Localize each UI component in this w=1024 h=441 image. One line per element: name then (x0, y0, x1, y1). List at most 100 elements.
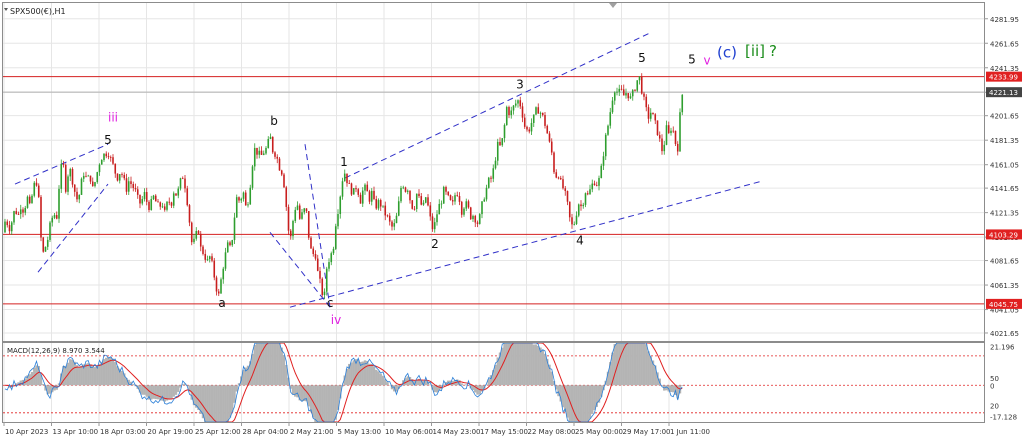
candle-body (476, 222, 479, 224)
candle-body (98, 164, 101, 173)
candle-body (604, 134, 607, 157)
candle-body (136, 189, 139, 195)
candle-body (532, 114, 535, 123)
candle-body (548, 133, 551, 142)
candle-body (530, 122, 533, 132)
macd-hist-bar (87, 363, 90, 386)
candle-body (445, 187, 447, 192)
wave-label: (c) (717, 43, 737, 61)
candle-body (271, 136, 274, 153)
candle-body (454, 195, 456, 202)
candle-body (368, 191, 371, 202)
candle-body (150, 199, 153, 210)
candle-body (256, 147, 258, 155)
macd-hist-bar (215, 385, 218, 422)
macd-hist-bar (278, 343, 281, 386)
candle-body (328, 262, 330, 269)
macd-indicator-label: MACD(12,26,9) 8.970 3.544 (7, 347, 105, 355)
x-tick-label: 28 Apr 04:00 (243, 428, 289, 436)
candle-body (51, 217, 54, 223)
candle-body (433, 222, 436, 230)
x-tick-label: 17 May 15:00 (480, 428, 528, 436)
candle-body (546, 125, 549, 134)
macd-hist-bar (588, 385, 592, 419)
candle-body (235, 197, 238, 218)
macd-hist-bar (521, 343, 524, 386)
candle-body (544, 115, 546, 126)
candle-body (199, 233, 202, 247)
candle-body (593, 183, 596, 186)
candle-body (523, 117, 526, 127)
macd-hist-bar (539, 347, 542, 386)
candle-body (298, 205, 301, 219)
candle-body (112, 157, 114, 164)
macd-hist-bar (636, 343, 639, 386)
candle-body (478, 214, 481, 224)
candle-body (429, 205, 432, 217)
candle-body (301, 212, 303, 219)
candle-body (469, 207, 472, 220)
candle-body (609, 112, 612, 126)
candle-body (287, 206, 290, 231)
candle-body (348, 183, 351, 184)
y-tick-label: 4241.35 (990, 65, 1019, 73)
candle-body (499, 141, 501, 146)
candle-body (15, 211, 18, 214)
wave-label: 1 (340, 155, 348, 169)
candle-body (262, 153, 265, 155)
wave-label: 5 (104, 133, 112, 147)
macd-hist-bar (48, 385, 52, 394)
candle-body (193, 238, 195, 243)
macd-hist-bar (566, 385, 569, 418)
candle-body (346, 173, 348, 184)
candle-body (22, 209, 24, 213)
candle-body (573, 223, 576, 225)
candle-body (114, 163, 117, 174)
macd-hist-bar (78, 367, 81, 386)
candle-body (359, 194, 362, 204)
macd-hist-bar (460, 383, 463, 386)
candle-body (143, 192, 146, 200)
candle-body (613, 92, 616, 101)
candle-body (60, 164, 63, 189)
candle-body (148, 201, 150, 210)
candle-body (78, 194, 81, 200)
candle-body (487, 177, 490, 188)
candle-body (249, 187, 252, 205)
macd-hist-bar (530, 343, 533, 386)
candle-body (517, 100, 519, 104)
macd-hist-bar (582, 385, 585, 422)
y-tick-label: 4121.35 (990, 210, 1019, 218)
macd-hist-bar (640, 343, 643, 386)
candle-body (123, 174, 126, 179)
candle-body (582, 204, 585, 207)
macd-hist-bar (620, 343, 623, 386)
macd-hist-bar (280, 347, 283, 386)
candle-body (316, 258, 319, 271)
candle-body (413, 208, 416, 210)
candle-body (337, 214, 339, 227)
candle-body (656, 120, 659, 136)
macd-hist-bar (120, 370, 124, 386)
candle-body (121, 174, 123, 175)
candle-body (553, 152, 555, 173)
candle-body (242, 192, 245, 199)
candle-body (510, 110, 513, 116)
candle-body (283, 174, 285, 188)
macd-hist-bar (145, 385, 148, 397)
candle-body (240, 198, 243, 201)
candle-body (247, 204, 249, 206)
candle-body (73, 184, 76, 192)
macd-hist-bar (577, 385, 580, 422)
candle-body (91, 181, 94, 187)
candle-body (4, 221, 6, 233)
candle-body (94, 182, 96, 187)
candle-body (598, 178, 600, 186)
candle-body (643, 93, 645, 97)
macd-hist-bar (114, 362, 117, 386)
macd-hist-bar (494, 364, 497, 386)
candle-body (438, 203, 441, 215)
candle-body (220, 279, 222, 294)
y-tick-label: 4021.65 (990, 330, 1019, 338)
candle-body (458, 196, 461, 202)
